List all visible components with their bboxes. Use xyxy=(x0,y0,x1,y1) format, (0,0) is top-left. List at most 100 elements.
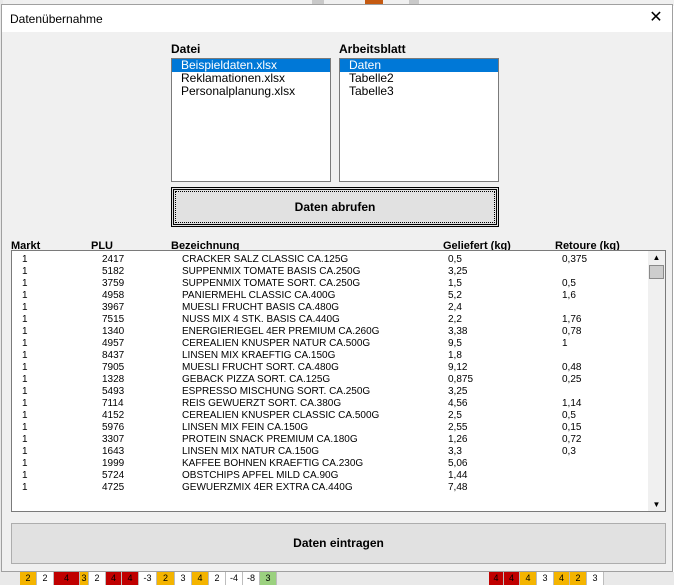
list-row[interactable]: 1 5182 SUPPENMIX TOMATE BASIS CA.250G 3,25 xyxy=(12,266,648,278)
retoure-cell: 1,14 xyxy=(562,398,582,409)
markt-cell: 1 xyxy=(22,278,28,289)
plu-cell: 7905 xyxy=(102,362,125,373)
retoure-cell: 1 xyxy=(562,338,568,349)
list-row[interactable]: 1 1999 KAFFEE BOHNEN KRAEFTIG CA.230G 5,06 xyxy=(12,458,648,470)
markt-cell: 1 xyxy=(22,254,28,265)
bezeichnung-cell: ENERGIERIEGEL 4ER PREMIUM CA.260G xyxy=(182,326,380,337)
markt-cell: 1 xyxy=(22,398,28,409)
background-cell: 2 xyxy=(157,572,175,585)
markt-cell: 1 xyxy=(22,302,28,313)
bezeichnung-cell: CEREALIEN KNUSPER CLASSIC CA.500G xyxy=(182,410,380,421)
plu-cell: 1328 xyxy=(102,374,125,385)
bezeichnung-cell: ESPRESSO MISCHUNG SORT. CA.250G xyxy=(182,386,371,397)
markt-cell: 1 xyxy=(22,422,28,433)
background-cell: 4 xyxy=(192,572,209,585)
background-cell: 3 xyxy=(537,572,554,585)
daten-eintragen-button[interactable]: Daten eintragen xyxy=(11,523,666,564)
geliefert-cell: 3,25 xyxy=(448,386,468,397)
title-bar: Datenübernahme ✕ xyxy=(2,5,672,32)
list-row[interactable]: 1 7114 REIS GEWUERZT SORT. CA.380G 4,56 1,14 xyxy=(12,398,648,410)
bezeichnung-cell: NUSS MIX 4 STK. BASIS CA.440G xyxy=(182,314,340,325)
markt-cell: 1 xyxy=(22,482,28,493)
plu-cell: 4957 xyxy=(102,338,125,349)
markt-cell: 1 xyxy=(22,410,28,421)
background-cell: 4 xyxy=(122,572,139,585)
bezeichnung-cell: MUESLI FRUCHT BASIS CA.480G xyxy=(182,302,340,313)
geliefert-cell: 7,48 xyxy=(448,482,468,493)
plu-cell: 4958 xyxy=(102,290,125,301)
list-row[interactable]: 1 5724 OBSTCHIPS APFEL MILD CA.90G 1,44 xyxy=(12,470,648,482)
markt-cell: 1 xyxy=(22,326,28,337)
geliefert-cell: 2,2 xyxy=(448,314,462,325)
list-row[interactable]: 1 7905 MUESLI FRUCHT SORT. CA.480G 9,12 0,48 xyxy=(12,362,648,374)
markt-cell: 1 xyxy=(22,386,28,397)
list-row[interactable]: 1 1328 GEBACK PIZZA SORT. CA.125G 0,875 0,25 xyxy=(12,374,648,386)
bezeichnung-cell: PANIERMEHL CLASSIC CA.400G xyxy=(182,290,336,301)
background-cell: 3 xyxy=(175,572,192,585)
plu-cell: 5493 xyxy=(102,386,125,397)
background-cell: 4 xyxy=(520,572,537,585)
arbeitsblatt-list-item[interactable]: Tabelle3 xyxy=(340,85,498,98)
datei-label: Datei xyxy=(171,42,201,56)
geliefert-cell: 1,8 xyxy=(448,350,462,361)
bezeichnung-cell: PROTEIN SNACK PREMIUM CA.180G xyxy=(182,434,358,445)
geliefert-cell: 2,55 xyxy=(448,422,468,433)
daten-abrufen-button[interactable]: Daten abrufen xyxy=(171,187,499,227)
scrollbar-thumb[interactable] xyxy=(649,265,664,279)
close-icon[interactable]: ✕ xyxy=(648,10,664,26)
scroll-down-icon[interactable]: ▼ xyxy=(648,499,665,511)
background-cell: 2 xyxy=(209,572,226,585)
list-row[interactable]: 1 4957 CEREALIEN KNUSPER NATUR CA.500G 9,5 1 xyxy=(12,338,648,350)
bezeichnung-cell: GEWUERZMIX 4ER EXTRA CA.440G xyxy=(182,482,353,493)
list-row[interactable]: 1 3967 MUESLI FRUCHT BASIS CA.480G 2,4 xyxy=(12,302,648,314)
background-cell: 2 xyxy=(89,572,106,585)
plu-cell: 4725 xyxy=(102,482,125,493)
bezeichnung-cell: CEREALIEN KNUSPER NATUR CA.500G xyxy=(182,338,371,349)
list-row[interactable]: 1 1340 ENERGIERIEGEL 4ER PREMIUM CA.260G 3,… xyxy=(12,326,648,338)
list-row[interactable]: 1 4152 CEREALIEN KNUSPER CLASSIC CA.500G 2,… xyxy=(12,410,648,422)
list-row[interactable]: 1 2417 CRACKER SALZ CLASSIC CA.125G 0,5 0,37… xyxy=(12,254,648,266)
geliefert-cell: 5,2 xyxy=(448,290,462,301)
plu-cell: 5182 xyxy=(102,266,125,277)
dialog-title: Datenübernahme xyxy=(10,12,103,26)
scroll-up-icon[interactable]: ▲ xyxy=(648,252,665,264)
daten-abrufen-label: Daten abrufen xyxy=(294,200,376,214)
list-row[interactable]: 1 5493 ESPRESSO MISCHUNG SORT. CA.250G 3,25 xyxy=(12,386,648,398)
data-listbox[interactable]: 1 2417 CRACKER SALZ CLASSIC CA.125G 0,5 0,37… xyxy=(11,250,666,512)
geliefert-cell: 1,44 xyxy=(448,470,468,481)
retoure-cell: 0,375 xyxy=(562,254,588,265)
background-cell: -4 xyxy=(226,572,243,585)
list-row[interactable]: 1 4958 PANIERMEHL CLASSIC CA.400G 5,2 1,6 xyxy=(12,290,648,302)
background-cell: 3 xyxy=(260,572,277,585)
markt-cell: 1 xyxy=(22,350,28,361)
background-cell: 4 xyxy=(504,572,520,585)
markt-cell: 1 xyxy=(22,470,28,481)
retoure-cell: 0,3 xyxy=(562,446,576,457)
bezeichnung-cell: LINSEN MIX KRAEFTIG CA.150G xyxy=(182,350,336,361)
bezeichnung-cell: SUPPENMIX TOMATE SORT. CA.250G xyxy=(182,278,361,289)
geliefert-cell: 9,5 xyxy=(448,338,462,349)
list-row[interactable]: 1 5976 LINSEN MIX FEIN CA.150G 2,55 0,15 xyxy=(12,422,648,434)
geliefert-cell: 0,5 xyxy=(448,254,462,265)
retoure-cell: 0,15 xyxy=(562,422,582,433)
markt-cell: 1 xyxy=(22,434,28,445)
list-row[interactable]: 1 8437 LINSEN MIX KRAEFTIG CA.150G 1,8 xyxy=(12,350,648,362)
list-row[interactable]: 1 3759 SUPPENMIX TOMATE SORT. CA.250G 1,5 0,… xyxy=(12,278,648,290)
datei-listbox[interactable]: Beispieldaten.xlsx Reklamationen.xlsx Pers… xyxy=(171,58,331,182)
bezeichnung-cell: OBSTCHIPS APFEL MILD CA.90G xyxy=(182,470,339,481)
background-cell: 2 xyxy=(37,572,54,585)
datei-list-item[interactable]: Personalplanung.xlsx xyxy=(172,85,330,98)
list-row[interactable]: 1 4725 GEWUERZMIX 4ER EXTRA CA.440G 7,48 xyxy=(12,482,648,494)
list-row[interactable]: 1 1643 LINSEN MIX NATUR CA.150G 3,3 0,3 xyxy=(12,446,648,458)
list-row[interactable]: 1 7515 NUSS MIX 4 STK. BASIS CA.440G 2,2 1,7… xyxy=(12,314,648,326)
plu-cell: 7114 xyxy=(102,398,124,409)
background-cell: 4 xyxy=(106,572,122,585)
arbeitsblatt-listbox[interactable]: Daten Tabelle2 Tabelle3 xyxy=(339,58,499,182)
plu-cell: 3967 xyxy=(102,302,125,313)
bezeichnung-cell: SUPPENMIX TOMATE BASIS CA.250G xyxy=(182,266,361,277)
vertical-scrollbar[interactable]: ▲ ▼ xyxy=(648,251,665,511)
list-row[interactable]: 1 3307 PROTEIN SNACK PREMIUM CA.180G 1,26 0,… xyxy=(12,434,648,446)
background-cell: -3 xyxy=(139,572,157,585)
background-cell: 3 xyxy=(587,572,604,585)
bezeichnung-cell: GEBACK PIZZA SORT. CA.125G xyxy=(182,374,331,385)
